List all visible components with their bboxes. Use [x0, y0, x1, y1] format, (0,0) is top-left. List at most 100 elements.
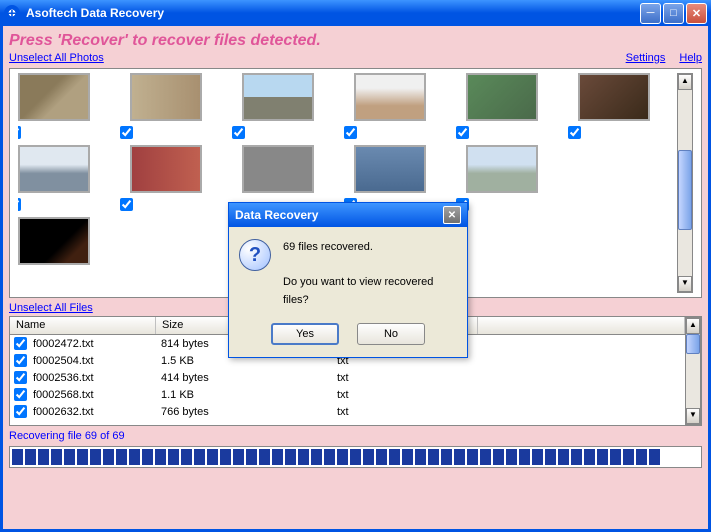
dialog-message: 69 files recovered. Do you want to view …: [283, 239, 457, 309]
progress-segment: [519, 449, 530, 465]
progress-segment: [246, 449, 257, 465]
photo-checkbox[interactable]: [456, 126, 469, 139]
file-checkbox[interactable]: [14, 337, 27, 350]
progress-segment: [129, 449, 140, 465]
photo-item[interactable]: [466, 73, 538, 121]
scroll-up-icon[interactable]: ▲: [686, 318, 700, 334]
progress-segment: [454, 449, 465, 465]
photo-checkbox[interactable]: [344, 126, 357, 139]
photo-checkbox[interactable]: [120, 198, 133, 211]
status-text: Recovering file 69 of 69: [9, 430, 702, 442]
progress-segment: [402, 449, 413, 465]
unselect-photos-link[interactable]: Unselect All Photos: [9, 52, 104, 64]
photo-checkbox[interactable]: [568, 126, 581, 139]
photo-item[interactable]: [354, 73, 426, 121]
main-frame: Press 'Recover' to recover files detecte…: [0, 26, 711, 532]
progress-bar: [9, 446, 702, 468]
progress-segment: [259, 449, 270, 465]
progress-segment: [285, 449, 296, 465]
progress-segment: [337, 449, 348, 465]
photo-item[interactable]: [242, 73, 314, 121]
instruction-text: Press 'Recover' to recover files detecte…: [9, 32, 702, 50]
photo-item[interactable]: [466, 145, 538, 193]
file-ext: txt: [335, 389, 481, 401]
scroll-thumb[interactable]: [686, 334, 700, 354]
help-link[interactable]: Help: [679, 52, 702, 64]
col-header-empty: [478, 317, 685, 334]
minimize-button[interactable]: ─: [640, 3, 661, 24]
photo-checkbox[interactable]: [18, 198, 21, 211]
table-row[interactable]: f0002632.txt 766 bytes txt: [10, 403, 685, 420]
photo-item[interactable]: [18, 217, 90, 265]
table-row[interactable]: f0002536.txt 414 bytes txt: [10, 369, 685, 386]
photo-item[interactable]: [18, 145, 90, 193]
progress-segment: [194, 449, 205, 465]
progress-segment: [389, 449, 400, 465]
dialog-title: Data Recovery: [235, 208, 443, 222]
progress-segment: [532, 449, 543, 465]
scroll-thumb[interactable]: [678, 150, 692, 230]
progress-segment: [142, 449, 153, 465]
yes-button[interactable]: Yes: [271, 323, 339, 345]
file-name: f0002472.txt: [31, 338, 159, 350]
photo-checkbox[interactable]: [18, 126, 21, 139]
progress-segment: [25, 449, 36, 465]
progress-segment: [571, 449, 582, 465]
photo-item[interactable]: [130, 145, 202, 193]
progress-segment: [168, 449, 179, 465]
progress-segment: [324, 449, 335, 465]
dialog-line1: 69 files recovered.: [283, 239, 457, 257]
photo-item[interactable]: [242, 145, 314, 193]
progress-segment: [636, 449, 647, 465]
dialog-titlebar[interactable]: Data Recovery ✕: [229, 203, 467, 227]
progress-segment: [298, 449, 309, 465]
file-size: 414 bytes: [159, 372, 335, 384]
file-checkbox[interactable]: [14, 354, 27, 367]
maximize-button[interactable]: □: [663, 3, 684, 24]
dialog-close-button[interactable]: ✕: [443, 206, 461, 224]
scroll-up-icon[interactable]: ▲: [678, 74, 692, 90]
progress-segment: [610, 449, 621, 465]
unselect-files-link[interactable]: Unselect All Files: [9, 302, 93, 314]
recovery-dialog: Data Recovery ✕ ? 69 files recovered. Do…: [228, 202, 468, 358]
progress-segment: [376, 449, 387, 465]
scroll-down-icon[interactable]: ▼: [678, 276, 692, 292]
file-checkbox[interactable]: [14, 388, 27, 401]
progress-segment: [77, 449, 88, 465]
no-button[interactable]: No: [357, 323, 425, 345]
progress-segment: [597, 449, 608, 465]
progress-segment: [103, 449, 114, 465]
app-icon: +: [4, 5, 20, 21]
file-checkbox[interactable]: [14, 371, 27, 384]
file-scrollbar[interactable]: ▲ ▼: [685, 317, 701, 425]
progress-segment: [155, 449, 166, 465]
progress-segment: [90, 449, 101, 465]
progress-segment: [363, 449, 374, 465]
progress-segment: [506, 449, 517, 465]
photo-scrollbar[interactable]: ▲ ▼: [677, 73, 693, 293]
progress-segment: [428, 449, 439, 465]
photo-checkbox[interactable]: [232, 126, 245, 139]
progress-segment: [272, 449, 283, 465]
progress-segment: [467, 449, 478, 465]
progress-segment: [480, 449, 491, 465]
close-button[interactable]: ✕: [686, 3, 707, 24]
progress-segment: [623, 449, 634, 465]
photo-item[interactable]: [578, 73, 650, 121]
table-row[interactable]: f0002568.txt 1.1 KB txt: [10, 386, 685, 403]
settings-link[interactable]: Settings: [626, 52, 666, 64]
photo-item[interactable]: [18, 73, 90, 121]
file-ext: txt: [335, 372, 481, 384]
photo-item[interactable]: [130, 73, 202, 121]
progress-segment: [649, 449, 660, 465]
top-link-row: Unselect All Photos Settings Help: [9, 52, 702, 64]
col-header-name[interactable]: Name: [10, 317, 156, 334]
scroll-down-icon[interactable]: ▼: [686, 408, 700, 424]
progress-segment: [415, 449, 426, 465]
progress-segment: [38, 449, 49, 465]
photo-checkbox[interactable]: [120, 126, 133, 139]
progress-segment: [493, 449, 504, 465]
file-checkbox[interactable]: [14, 405, 27, 418]
photo-item[interactable]: [354, 145, 426, 193]
question-icon: ?: [239, 239, 271, 271]
